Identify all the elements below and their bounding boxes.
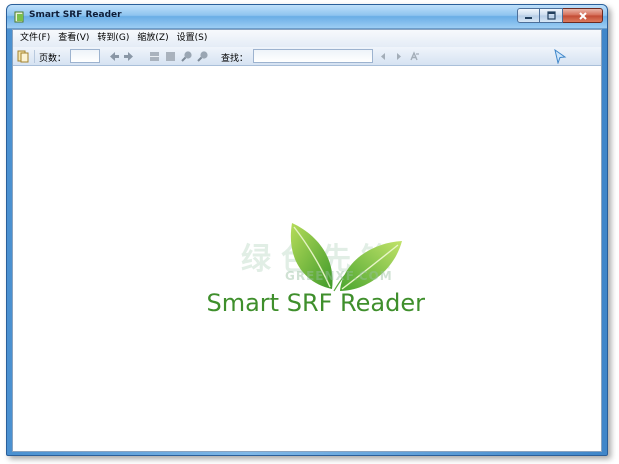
find-prev-icon[interactable] — [379, 52, 387, 61]
page-label: 页数： — [39, 54, 67, 64]
fit-page-icon[interactable] — [149, 51, 160, 62]
zoom-in-icon[interactable] — [181, 50, 193, 62]
app-window: Smart SRF Reader 文件(F) 查看(V) 转到(G) 缩放(Z)… — [6, 4, 608, 456]
title-bar[interactable]: Smart SRF Reader — [7, 5, 607, 29]
find-next-icon[interactable] — [395, 52, 403, 61]
toolbar: 页数： 查找： — [13, 47, 601, 66]
minimize-button[interactable] — [517, 8, 540, 23]
minimize-icon — [525, 17, 532, 19]
document-view[interactable]: 绿色先锋 GREENXF.COM — [13, 67, 601, 451]
prev-page-icon[interactable] — [109, 51, 120, 62]
menu-file[interactable]: 文件(F) — [16, 30, 54, 47]
open-file-icon[interactable] — [17, 50, 29, 63]
window-title: Smart SRF Reader — [29, 10, 122, 20]
close-icon — [578, 11, 587, 20]
highlight-icon[interactable] — [409, 51, 420, 62]
toolbar-separator — [34, 50, 35, 63]
cursor-icon[interactable] — [553, 49, 567, 64]
search-input[interactable] — [253, 49, 373, 63]
menu-bar: 文件(F) 查看(V) 转到(G) 缩放(Z) 设置(S) — [13, 30, 601, 47]
logo-text: Smart SRF Reader — [206, 289, 425, 317]
menu-view[interactable]: 查看(V) — [54, 30, 93, 47]
maximize-icon — [546, 11, 556, 20]
caption-buttons — [517, 8, 603, 23]
menu-goto[interactable]: 转到(G) — [93, 30, 133, 47]
watermark-subtext: GREENXF.COM — [285, 269, 393, 283]
page-number-input[interactable] — [70, 49, 100, 63]
next-page-icon[interactable] — [123, 51, 134, 62]
client-area: 文件(F) 查看(V) 转到(G) 缩放(Z) 设置(S) 页数： 查找： GR… — [12, 29, 602, 452]
single-page-icon[interactable] — [165, 51, 176, 62]
maximize-button[interactable] — [540, 8, 563, 23]
menu-settings[interactable]: 设置(S) — [173, 30, 212, 47]
search-label: 查找： — [221, 54, 249, 64]
app-icon — [14, 11, 24, 23]
menu-zoom[interactable]: 缩放(Z) — [133, 30, 172, 47]
close-button[interactable] — [563, 8, 603, 23]
zoom-out-icon[interactable] — [197, 50, 209, 62]
